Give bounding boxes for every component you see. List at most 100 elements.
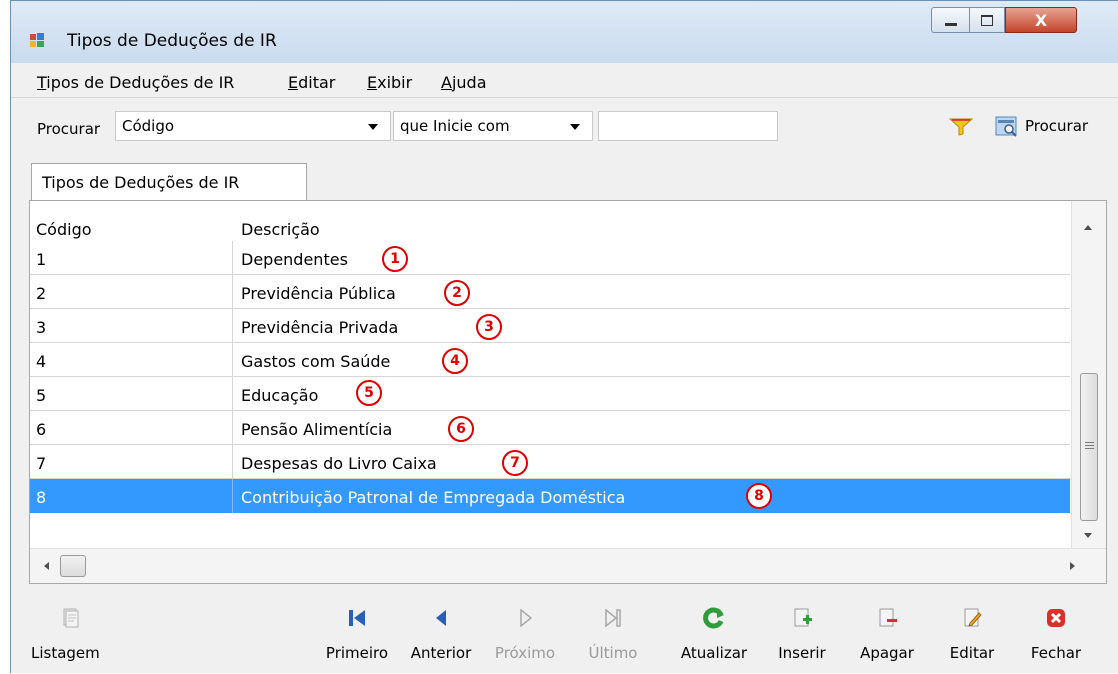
- apagar-label: Apagar: [860, 644, 914, 662]
- column-divider: [232, 241, 233, 275]
- close-window-button[interactable]: X: [1005, 7, 1077, 33]
- last-record-icon: [605, 608, 621, 628]
- table-row[interactable]: 6 Pensão Alimentícia 6: [30, 411, 1070, 445]
- tab-tipos-deducoes[interactable]: Tipos de Deduções de IR: [31, 163, 307, 201]
- search-input[interactable]: [598, 111, 778, 141]
- column-divider: [232, 377, 233, 411]
- next-record-icon: [520, 608, 533, 628]
- filter-icon[interactable]: [949, 118, 973, 136]
- cell-codigo: 2: [36, 284, 47, 303]
- tab-label: Tipos de Deduções de IR: [42, 173, 240, 192]
- search-button[interactable]: Procurar: [995, 115, 1115, 139]
- table-row[interactable]: 5 Educação 5: [30, 377, 1070, 411]
- proximo-label: Próximo: [494, 644, 556, 662]
- table-row[interactable]: 7 Despesas do Livro Caixa 7: [30, 445, 1070, 479]
- scroll-right-icon[interactable]: [1070, 562, 1075, 570]
- cell-descricao: Previdência Pública: [241, 284, 396, 303]
- column-divider: [232, 479, 233, 513]
- listagem-button[interactable]: Listagem: [31, 601, 111, 665]
- menu-exibir[interactable]: Exibir: [367, 73, 412, 92]
- close-icon: X: [1034, 10, 1048, 30]
- minimize-button[interactable]: [931, 7, 969, 33]
- table-row[interactable]: 3 Previdência Privada 3: [30, 309, 1070, 343]
- maximize-icon: [981, 14, 993, 26]
- chevron-down-icon: [368, 124, 378, 130]
- scroll-left-icon[interactable]: [44, 562, 49, 570]
- annotation-marker: 8: [746, 483, 772, 509]
- vertical-scroll-thumb[interactable]: [1080, 373, 1098, 521]
- previous-record-icon: [436, 610, 446, 626]
- menu-ajuda[interactable]: Ajuda: [441, 73, 487, 92]
- grip-icon: [1085, 442, 1094, 443]
- edit-record-icon: [964, 608, 982, 627]
- cell-descricao: Despesas do Livro Caixa: [241, 454, 437, 473]
- document-icon: [63, 608, 79, 628]
- table-row[interactable]: 2 Previdência Pública 2: [30, 275, 1070, 309]
- cell-descricao: Educação: [241, 386, 319, 405]
- delete-record-icon: [879, 608, 897, 627]
- column-header-codigo[interactable]: Código: [36, 220, 92, 239]
- table-row[interactable]: 4 Gastos com Saúde 4: [30, 343, 1070, 377]
- search-bar: Procurar Código que Inicie com Procurar: [11, 97, 1118, 157]
- cell-codigo: 7: [36, 454, 47, 473]
- apagar-button[interactable]: Apagar: [851, 601, 923, 665]
- anterior-label: Anterior: [410, 644, 472, 662]
- cell-codigo: 6: [36, 420, 47, 439]
- search-button-label: Procurar: [1025, 117, 1089, 135]
- column-divider: [232, 411, 233, 445]
- atualizar-button[interactable]: Atualizar: [671, 601, 757, 665]
- scroll-up-icon[interactable]: [1084, 225, 1092, 230]
- annotation-marker: 2: [444, 280, 470, 306]
- inserir-button[interactable]: Inserir: [766, 601, 838, 665]
- table-row[interactable]: 1 Dependentes 1: [30, 241, 1070, 275]
- anterior-button[interactable]: Anterior: [401, 601, 481, 665]
- ultimo-button[interactable]: Último: [573, 601, 653, 665]
- window-title: Tipos de Deduções de IR: [67, 31, 277, 51]
- cell-descricao: Contribuição Patronal de Empregada Domés…: [241, 488, 626, 507]
- cell-descricao: Gastos com Saúde: [241, 352, 391, 371]
- cell-codigo: 3: [36, 318, 47, 337]
- annotation-marker: 1: [382, 246, 408, 272]
- horizontal-scrollbar[interactable]: [30, 548, 1106, 583]
- app-icon: [30, 33, 44, 47]
- scroll-down-icon[interactable]: [1084, 533, 1092, 538]
- search-label: Procurar: [37, 120, 101, 138]
- horizontal-scroll-thumb[interactable]: [60, 555, 86, 577]
- listagem-label: Listagem: [31, 644, 100, 662]
- title-bar: Tipos de Deduções de IR X: [11, 1, 1118, 63]
- fechar-button[interactable]: Fechar: [1021, 601, 1091, 665]
- table-row-selected[interactable]: 8 Contribuição Patronal de Empregada Dom…: [30, 479, 1070, 513]
- menu-editar[interactable]: Editar: [288, 73, 335, 92]
- vertical-scrollbar[interactable]: [1071, 201, 1106, 549]
- annotation-marker: 7: [502, 450, 528, 476]
- editar-label: Editar: [949, 644, 995, 662]
- minimize-icon: [944, 22, 957, 26]
- maximize-button[interactable]: [969, 7, 1005, 33]
- chevron-down-icon: [570, 124, 580, 130]
- main-window: Tipos de Deduções de IR X Tipos de Deduç…: [10, 0, 1118, 673]
- menu-tipos-deducoes[interactable]: Tipos de Deduções de IR: [37, 73, 234, 92]
- search-icon: [995, 116, 1017, 137]
- annotation-marker: 4: [442, 348, 468, 374]
- search-condition-select[interactable]: que Inicie com: [393, 111, 593, 141]
- column-divider: [232, 445, 233, 479]
- cell-codigo: 8: [36, 488, 47, 507]
- editar-button[interactable]: Editar: [939, 601, 1005, 665]
- annotation-marker: 6: [448, 416, 474, 442]
- column-header-descricao[interactable]: Descrição: [241, 220, 320, 239]
- ultimo-label: Último: [588, 644, 638, 662]
- cell-descricao: Dependentes: [241, 250, 348, 269]
- cell-codigo: 1: [36, 250, 47, 269]
- search-field-select[interactable]: Código: [115, 111, 391, 141]
- insert-record-icon: [794, 608, 812, 627]
- primeiro-button[interactable]: Primeiro: [317, 601, 397, 665]
- grid-header: Código Descrição: [30, 201, 1070, 241]
- inserir-label: Inserir: [778, 644, 826, 662]
- column-divider: [232, 343, 233, 377]
- proximo-button[interactable]: Próximo: [485, 601, 565, 665]
- fechar-label: Fechar: [1030, 644, 1082, 662]
- annotation-marker: 3: [476, 314, 502, 340]
- bottom-toolbar: Listagem Primeiro Anterior Próximo Últim…: [11, 591, 1118, 674]
- cell-codigo: 5: [36, 386, 47, 405]
- refresh-icon: [703, 607, 724, 629]
